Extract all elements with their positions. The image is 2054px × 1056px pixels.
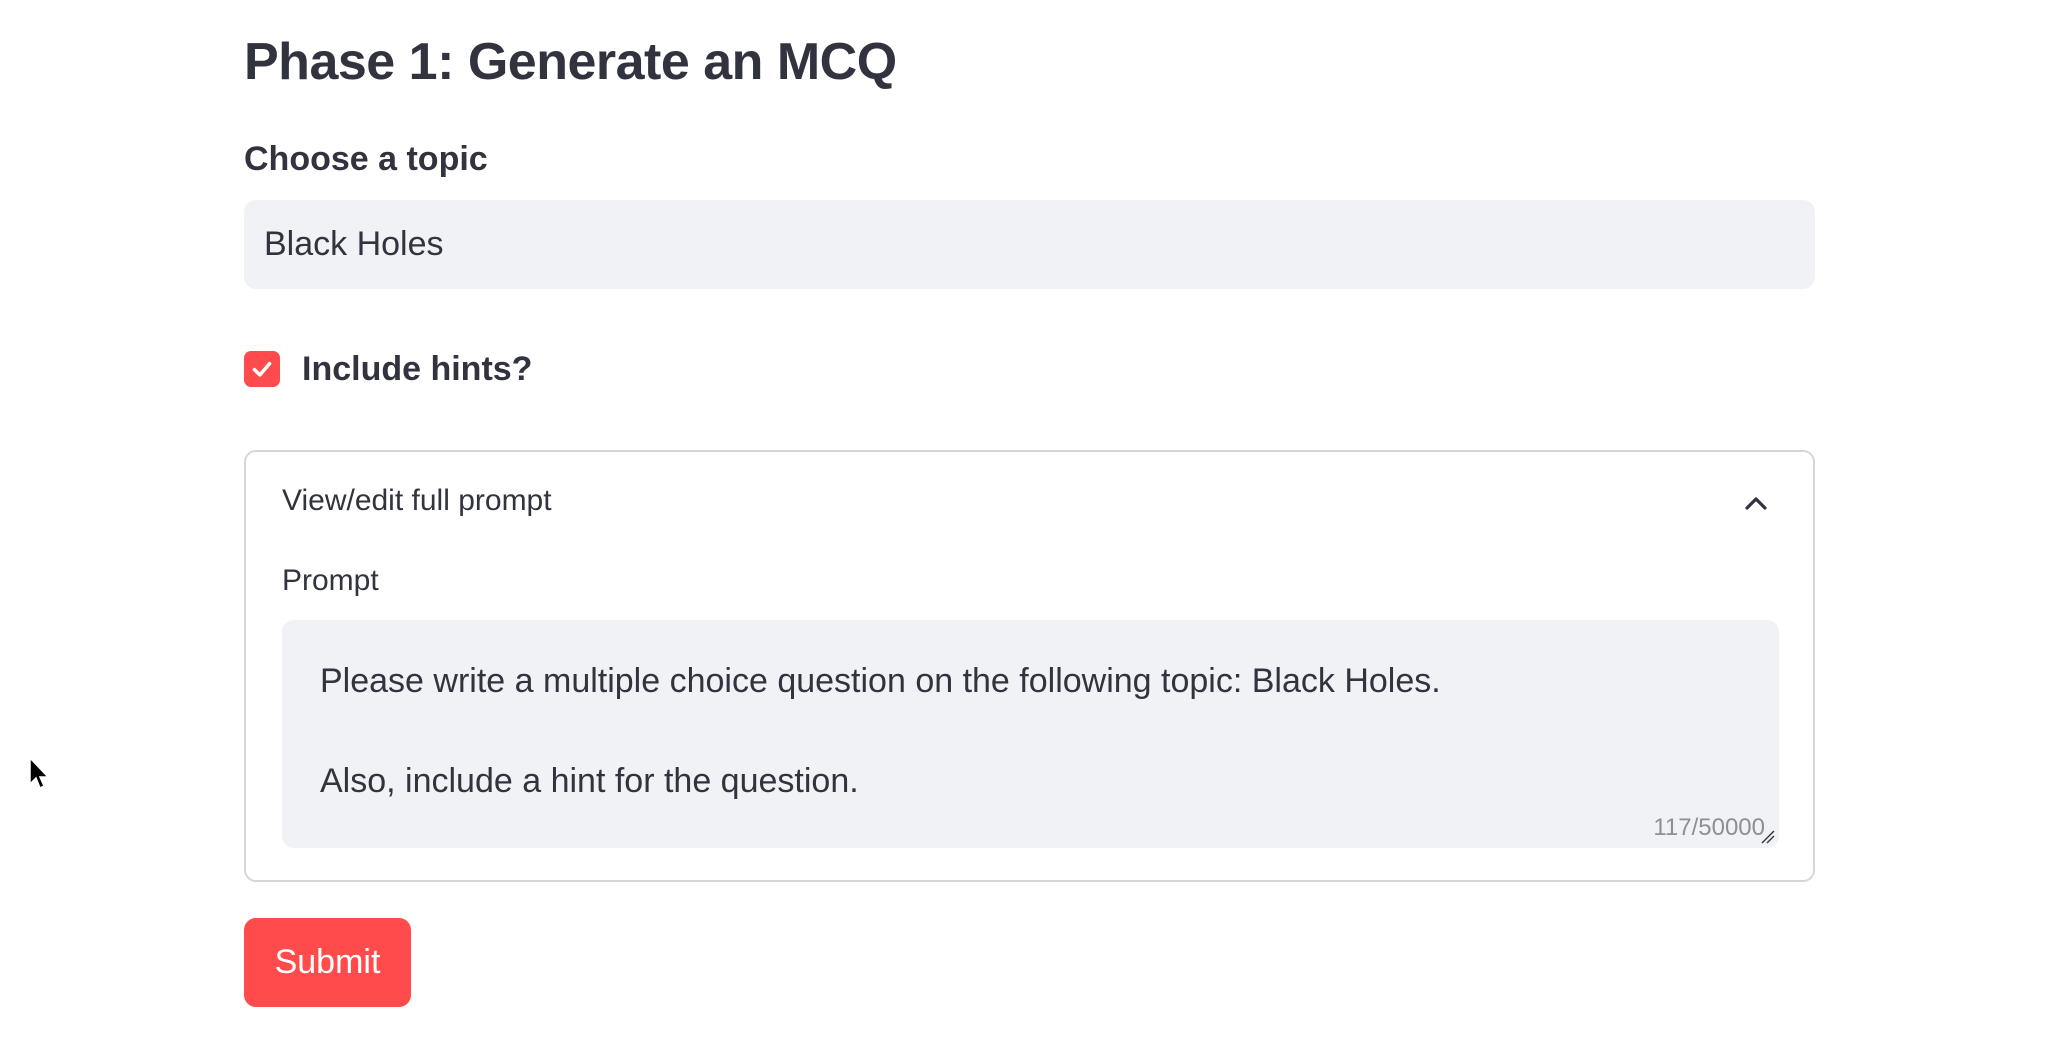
include-hints-checkbox[interactable] [244, 351, 280, 387]
submit-button[interactable]: Submit [244, 918, 411, 1007]
prompt-expander: View/edit full prompt Prompt Please writ… [244, 450, 1815, 882]
include-hints-checkbox-row[interactable]: Include hints? [244, 350, 532, 388]
prompt-label: Prompt [282, 564, 379, 597]
topic-label: Choose a topic [244, 140, 488, 178]
chevron-up-icon[interactable] [1741, 488, 1771, 518]
resize-handle-icon[interactable] [1759, 828, 1775, 844]
expander-title: View/edit full prompt [282, 484, 552, 517]
topic-input[interactable] [244, 200, 1815, 289]
char-count: 117/50000 [1653, 814, 1765, 841]
expander-header[interactable]: View/edit full prompt [246, 452, 1813, 556]
include-hints-label: Include hints? [302, 349, 533, 388]
check-icon [252, 361, 272, 377]
page-title: Phase 1: Generate an MCQ [244, 33, 897, 91]
prompt-text: Please write a multiple choice question … [320, 662, 1441, 800]
prompt-textarea[interactable]: Please write a multiple choice question … [282, 620, 1779, 848]
app-page: Phase 1: Generate an MCQ Choose a topic … [0, 0, 2054, 1056]
mouse-pointer-icon [29, 756, 50, 790]
